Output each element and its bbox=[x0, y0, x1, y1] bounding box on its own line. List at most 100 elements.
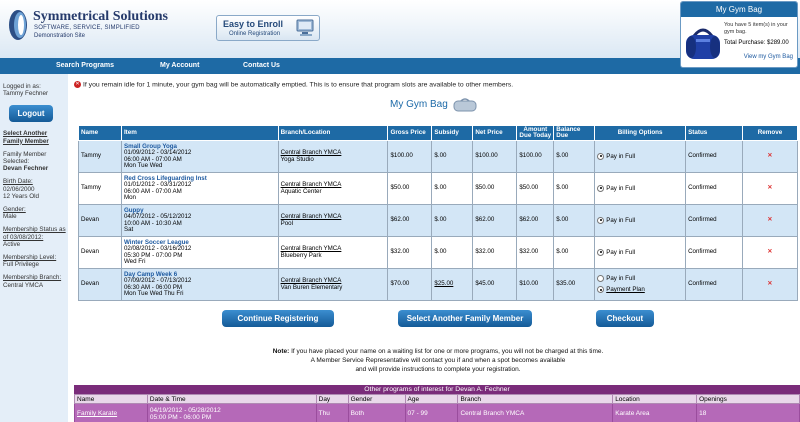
op-col-age: Age bbox=[404, 394, 459, 404]
cell-balance: $.00 bbox=[553, 236, 596, 269]
computer-icon bbox=[296, 19, 314, 36]
col-status: Status bbox=[685, 125, 743, 141]
location-text: Aquatic Center bbox=[280, 187, 322, 195]
membership-status-label: Membership Status as of 03/08/2012: bbox=[3, 226, 66, 241]
cell-due-today: $32.00 bbox=[516, 236, 555, 269]
billing-option-pay-in-full[interactable]: Pay in Full bbox=[597, 184, 683, 193]
other-programs-table: Name Date & Time Day Gender Age Branch L… bbox=[74, 394, 800, 422]
op-col-location: Location bbox=[612, 394, 698, 404]
billing-option-label: Pay in Full bbox=[606, 216, 636, 224]
cell-subsidy: $.00 bbox=[431, 140, 474, 173]
birth-date: 02/06/2000 bbox=[3, 185, 35, 193]
item-days: Mon Tue Wed bbox=[123, 162, 163, 169]
cell-billing: Pay in Full bbox=[594, 140, 687, 173]
gender-value: Male bbox=[3, 213, 17, 221]
table-row: Devan Guppy 04/07/2012 - 05/12/2012 10:0… bbox=[78, 204, 799, 237]
gym-bag-widget: My Gym Bag You have 5 item(s) in your gy… bbox=[680, 1, 798, 68]
checkout-button[interactable]: Checkout bbox=[596, 310, 654, 327]
cell-subsidy-link[interactable]: $25.00 bbox=[431, 268, 474, 301]
select-another-family-member-button[interactable]: Select Another Family Member bbox=[398, 310, 532, 327]
idle-notice-text: If you remain idle for 1 minute, your gy… bbox=[83, 81, 514, 89]
billing-option-label: Pay in Full bbox=[606, 184, 636, 192]
other-programs-title: Other programs of interest for Devan A. … bbox=[74, 385, 800, 394]
cell-subsidy: $.00 bbox=[431, 236, 474, 269]
cell-gross: $100.00 bbox=[387, 140, 433, 173]
item-days: Mon Tue Wed Thu Fri bbox=[123, 290, 184, 297]
cell-due-today: $10.00 bbox=[516, 268, 555, 301]
view-gym-bag-link[interactable]: View my Gym Bag bbox=[744, 54, 793, 60]
easy-to-enroll-banner[interactable]: Easy to Enroll Online Registration bbox=[216, 15, 320, 41]
col-item: Item bbox=[120, 125, 279, 141]
note-label: Note: bbox=[272, 348, 290, 355]
radio-unselected-icon[interactable] bbox=[597, 275, 605, 283]
billing-option-pay-in-full[interactable]: Pay in Full bbox=[597, 152, 683, 161]
location-text: Van Buren Elementary bbox=[280, 283, 343, 291]
cell-billing: Pay in Full bbox=[594, 172, 687, 205]
nav-my-account[interactable]: My Account bbox=[160, 62, 199, 69]
select-family-member-link[interactable]: Select Another Family Member bbox=[3, 130, 66, 144]
radio-selected-icon[interactable] bbox=[597, 152, 605, 160]
cell-name: Tammy bbox=[78, 140, 122, 173]
remove-icon[interactable]: ✕ bbox=[741, 140, 799, 173]
remove-icon[interactable]: ✕ bbox=[741, 236, 799, 269]
company-tagline: SOFTWARE, SERVICE, SIMPLIFIED bbox=[34, 25, 140, 31]
nav-search-programs[interactable]: Search Programs bbox=[56, 62, 114, 69]
location-text: Pool bbox=[280, 219, 293, 227]
op-col-openings: Openings bbox=[696, 394, 800, 404]
payment-plan-link[interactable]: Payment Plan bbox=[606, 286, 645, 293]
gym-bag-icon bbox=[686, 28, 720, 59]
remove-icon[interactable]: ✕ bbox=[741, 268, 799, 301]
logout-button[interactable]: Logout bbox=[9, 105, 53, 123]
note-line-3: and will provide instructions to complet… bbox=[355, 366, 521, 373]
cell-status: Confirmed bbox=[685, 204, 743, 237]
col-balance: Balance Due bbox=[553, 125, 596, 141]
op-col-name: Name bbox=[74, 394, 148, 404]
remove-icon[interactable]: ✕ bbox=[741, 172, 799, 205]
enroll-subtitle: Online Registration bbox=[229, 31, 281, 37]
gym-bag-widget-title: My Gym Bag bbox=[681, 2, 797, 17]
member-name: Devan Fechner bbox=[3, 165, 49, 173]
col-gross: Gross Price bbox=[387, 125, 433, 141]
program-gender: Both bbox=[347, 403, 406, 422]
radio-selected-icon[interactable] bbox=[597, 286, 605, 293]
company-logo-icon bbox=[9, 10, 27, 40]
alert-icon: ✕ bbox=[74, 81, 81, 88]
continue-registering-button[interactable]: Continue Registering bbox=[222, 310, 334, 327]
cell-balance: $.00 bbox=[553, 204, 596, 237]
note-line-1: If you have placed your name on a waitin… bbox=[291, 348, 604, 355]
cell-subsidy: $.00 bbox=[431, 172, 474, 205]
billing-option-pay-in-full[interactable]: Pay in Full bbox=[597, 248, 683, 257]
table-row: Devan Winter Soccer League 02/08/2012 - … bbox=[78, 236, 799, 269]
billing-option-pay-in-full[interactable]: Pay in Full bbox=[597, 216, 683, 225]
cell-gross: $32.00 bbox=[387, 236, 433, 269]
gym-bag-summary: You have 5 item(s) in your gym bag. bbox=[724, 22, 788, 35]
item-days: Sat bbox=[123, 226, 134, 233]
cell-net: $45.00 bbox=[472, 268, 518, 301]
col-subsidy: Subsidy bbox=[431, 125, 474, 141]
op-col-branch: Branch bbox=[457, 394, 614, 404]
location-text: Yoga Studio bbox=[280, 155, 314, 163]
radio-selected-icon[interactable] bbox=[597, 216, 605, 224]
col-branch: Branch/Location bbox=[277, 125, 389, 141]
program-day: Thu bbox=[315, 403, 349, 422]
col-name: Name bbox=[78, 125, 122, 141]
note-line-2: A Member Service Representative will con… bbox=[310, 357, 566, 364]
remove-icon[interactable]: ✕ bbox=[741, 204, 799, 237]
radio-selected-icon[interactable] bbox=[597, 248, 605, 256]
billing-option-pay-in-full[interactable]: Pay in Full bbox=[597, 275, 683, 283]
program-dates: 04/19/2012 - 05/28/2012 bbox=[149, 406, 221, 414]
nav-contact-us[interactable]: Contact Us bbox=[243, 62, 280, 69]
billing-option-payment-plan[interactable]: Payment Plan bbox=[597, 286, 683, 294]
program-name-link[interactable]: Family Karate bbox=[74, 403, 148, 422]
cell-branch: Central Branch YMCA Aquatic Center bbox=[277, 172, 389, 205]
waitlist-note: Note: If you have placed your name on a … bbox=[218, 347, 658, 374]
cell-billing: Pay in Full Payment Plan bbox=[594, 268, 687, 301]
table-row: Devan Day Camp Week 6 07/09/2012 - 07/13… bbox=[78, 268, 799, 301]
cell-branch: Central Branch YMCA Yoga Studio bbox=[277, 140, 389, 173]
table-row: Tammy Small Group Yoga 01/09/2012 - 03/1… bbox=[78, 140, 799, 173]
birth-date-label: Birth Date: bbox=[3, 178, 33, 186]
location-text: Blueberry Park bbox=[280, 251, 322, 259]
program-branch: Central Branch YMCA bbox=[457, 403, 614, 422]
radio-selected-icon[interactable] bbox=[597, 184, 605, 192]
cell-branch: Central Branch YMCA Pool bbox=[277, 204, 389, 237]
